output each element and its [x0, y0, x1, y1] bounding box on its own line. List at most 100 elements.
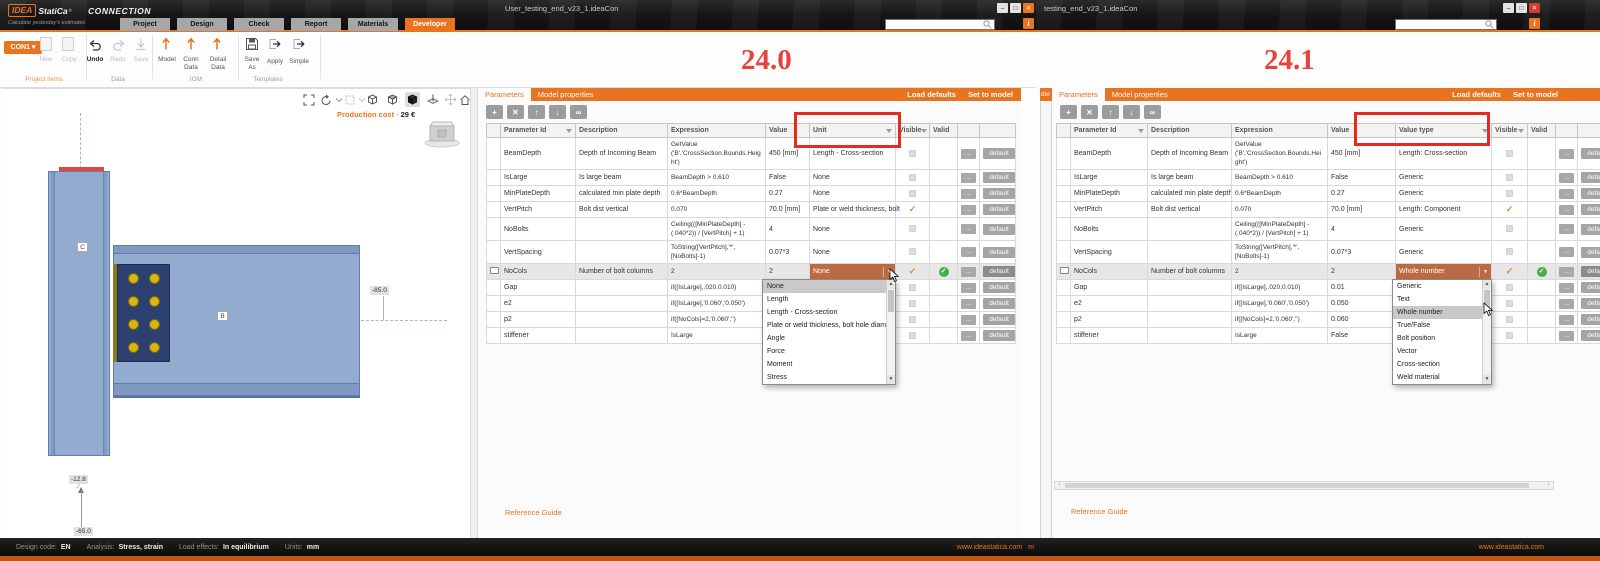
cell-description[interactable]: [1148, 296, 1232, 312]
cell-param-id[interactable]: IsLarge: [501, 170, 576, 186]
row-selector-cell[interactable]: [1057, 241, 1071, 264]
unit-dropdown[interactable]: None▼ NoneLengthLength - Cross-sectionPl…: [810, 264, 895, 279]
more-button[interactable]: ...: [961, 299, 976, 309]
cell-visible[interactable]: [1492, 218, 1528, 241]
cell-param-id[interactable]: stiffener: [501, 328, 576, 344]
default-button[interactable]: default: [1581, 224, 1600, 235]
visible-checkbox[interactable]: [1506, 190, 1513, 197]
header-description[interactable]: Description: [1148, 124, 1232, 138]
apply-template-icon[interactable]: [268, 37, 283, 56]
maximize-button[interactable]: □: [1010, 3, 1021, 13]
save-as-icon[interactable]: [245, 37, 259, 56]
cell-description[interactable]: Number of bolt columns: [576, 264, 668, 280]
cell-visible[interactable]: [1492, 280, 1528, 296]
close-button[interactable]: ✕: [1529, 3, 1540, 13]
header-value[interactable]: Value: [766, 124, 810, 138]
cell-visible[interactable]: [1492, 138, 1528, 170]
scroll-left-icon[interactable]: ‹: [1055, 482, 1064, 489]
simple-template-icon[interactable]: [292, 37, 307, 56]
cell-param-id[interactable]: BeamDepth: [1071, 138, 1148, 170]
cell-value[interactable]: 2: [1328, 264, 1396, 280]
cell-param-id[interactable]: VertPitch: [501, 202, 576, 218]
row-selector-cell[interactable]: [1057, 138, 1071, 170]
visible-checkbox[interactable]: [909, 332, 916, 339]
cell-description[interactable]: [576, 328, 668, 344]
visible-checkbox[interactable]: [909, 316, 916, 323]
ribbon-tab[interactable]: Developer: [405, 18, 455, 31]
chevron-down-icon[interactable]: ▼: [1479, 267, 1488, 277]
default-button[interactable]: default: [983, 314, 1015, 325]
reference-guide-link[interactable]: Reference Guide: [1071, 507, 1128, 516]
default-button[interactable]: default: [983, 330, 1015, 341]
cell-param-id[interactable]: IsLarge: [1071, 170, 1148, 186]
visible-checkbox[interactable]: [909, 300, 916, 307]
visible-checkbox[interactable]: [1506, 300, 1513, 307]
dropdown-item[interactable]: Moment: [763, 358, 886, 371]
row-selector-cell[interactable]: [487, 218, 501, 241]
cell-expression[interactable]: ToString([VertPitch],'*',[NoBolts]-1): [668, 241, 766, 264]
header-value[interactable]: Value: [1328, 124, 1396, 138]
value-type-dropdown[interactable]: Whole number▼ GenericTextWhole numberTru…: [1396, 264, 1491, 279]
cell-value-type[interactable]: Generic: [1396, 241, 1492, 264]
default-button[interactable]: default: [1581, 330, 1600, 341]
dropdown-scrollbar[interactable]: ▲▼: [1482, 280, 1491, 384]
cell-visible[interactable]: [1492, 186, 1528, 202]
cell-expression[interactable]: if([NoCols]=2,'0.060',''): [668, 312, 766, 328]
cell-expression[interactable]: if([IsLarge],.020,0.010): [668, 280, 766, 296]
more-button[interactable]: ...: [1559, 299, 1574, 309]
cell-visible[interactable]: [896, 218, 930, 241]
cell-description[interactable]: [576, 241, 668, 264]
visible-checkbox[interactable]: [1506, 248, 1513, 255]
default-button[interactable]: default: [1581, 172, 1600, 183]
cell-value-type[interactable]: Length: Component: [1396, 202, 1492, 218]
set-to-model-button[interactable]: Set to model: [1513, 90, 1558, 99]
dropdown-item[interactable]: Cross-section: [1393, 358, 1482, 371]
cell-expression[interactable]: BeamDepth > 0.610: [668, 170, 766, 186]
more-button[interactable]: ...: [961, 205, 976, 215]
more-button[interactable]: ...: [1559, 149, 1574, 159]
project-item-selector[interactable]: CON1 ▾: [4, 41, 42, 54]
cell-visible[interactable]: [896, 170, 930, 186]
more-button[interactable]: ...: [961, 315, 976, 325]
view-cube-gizmo[interactable]: [421, 115, 463, 149]
more-button[interactable]: ...: [961, 149, 976, 159]
tab-model-properties[interactable]: Model properties: [531, 88, 601, 101]
row-selector-cell[interactable]: [487, 280, 501, 296]
dropdown-item[interactable]: Length: [763, 293, 886, 306]
more-button[interactable]: ...: [1559, 283, 1574, 293]
row-selector-cell[interactable]: [487, 328, 501, 344]
cell-param-id[interactable]: p2: [501, 312, 576, 328]
cell-expression[interactable]: ToString([VertPitch],'*',[NoBolts]-1): [1232, 241, 1328, 264]
more-button[interactable]: ...: [1559, 267, 1574, 277]
cell-value[interactable]: 0.07*3: [1328, 241, 1396, 264]
cell-visible[interactable]: ✓: [1492, 264, 1528, 280]
default-button[interactable]: default: [1581, 204, 1600, 215]
dropdown-item[interactable]: True/False: [1393, 319, 1482, 332]
cell-param-id[interactable]: VertSpacing: [501, 241, 576, 264]
visible-checkbox[interactable]: [909, 225, 916, 232]
cell-description[interactable]: Is large beam: [576, 170, 668, 186]
info-button[interactable]: i: [1023, 18, 1034, 29]
more-button[interactable]: ...: [961, 173, 976, 183]
wireframe-cube-icon[interactable]: [365, 92, 380, 107]
row-selector-cell[interactable]: [1057, 328, 1071, 344]
cell-description[interactable]: [576, 280, 668, 296]
cell-description[interactable]: Bolt dist vertical: [1148, 202, 1232, 218]
cell-visible[interactable]: [896, 296, 930, 312]
visible-checkbox[interactable]: [909, 248, 916, 255]
ribbon-tab[interactable]: Check: [234, 18, 284, 31]
header-visible[interactable]: Visible: [896, 124, 930, 138]
dropdown-item[interactable]: Bolt position: [1393, 332, 1482, 345]
transparent-cube-icon[interactable]: [385, 92, 400, 107]
cell-unit[interactable]: None: [810, 186, 896, 202]
horizontal-scrollbar[interactable]: ‹ ›: [1054, 481, 1554, 490]
panel-splitter[interactable]: [470, 88, 478, 538]
visible-checkbox[interactable]: [1506, 225, 1513, 232]
cell-description[interactable]: Bolt dist vertical: [576, 202, 668, 218]
row-selector-cell[interactable]: [1057, 264, 1071, 280]
beam-label[interactable]: B: [217, 311, 228, 321]
more-button[interactable]: ...: [961, 331, 976, 341]
default-button[interactable]: default: [983, 224, 1015, 235]
cell-param-id[interactable]: MinPlateDepth: [501, 186, 576, 202]
copy-item-icon[interactable]: [62, 37, 74, 51]
